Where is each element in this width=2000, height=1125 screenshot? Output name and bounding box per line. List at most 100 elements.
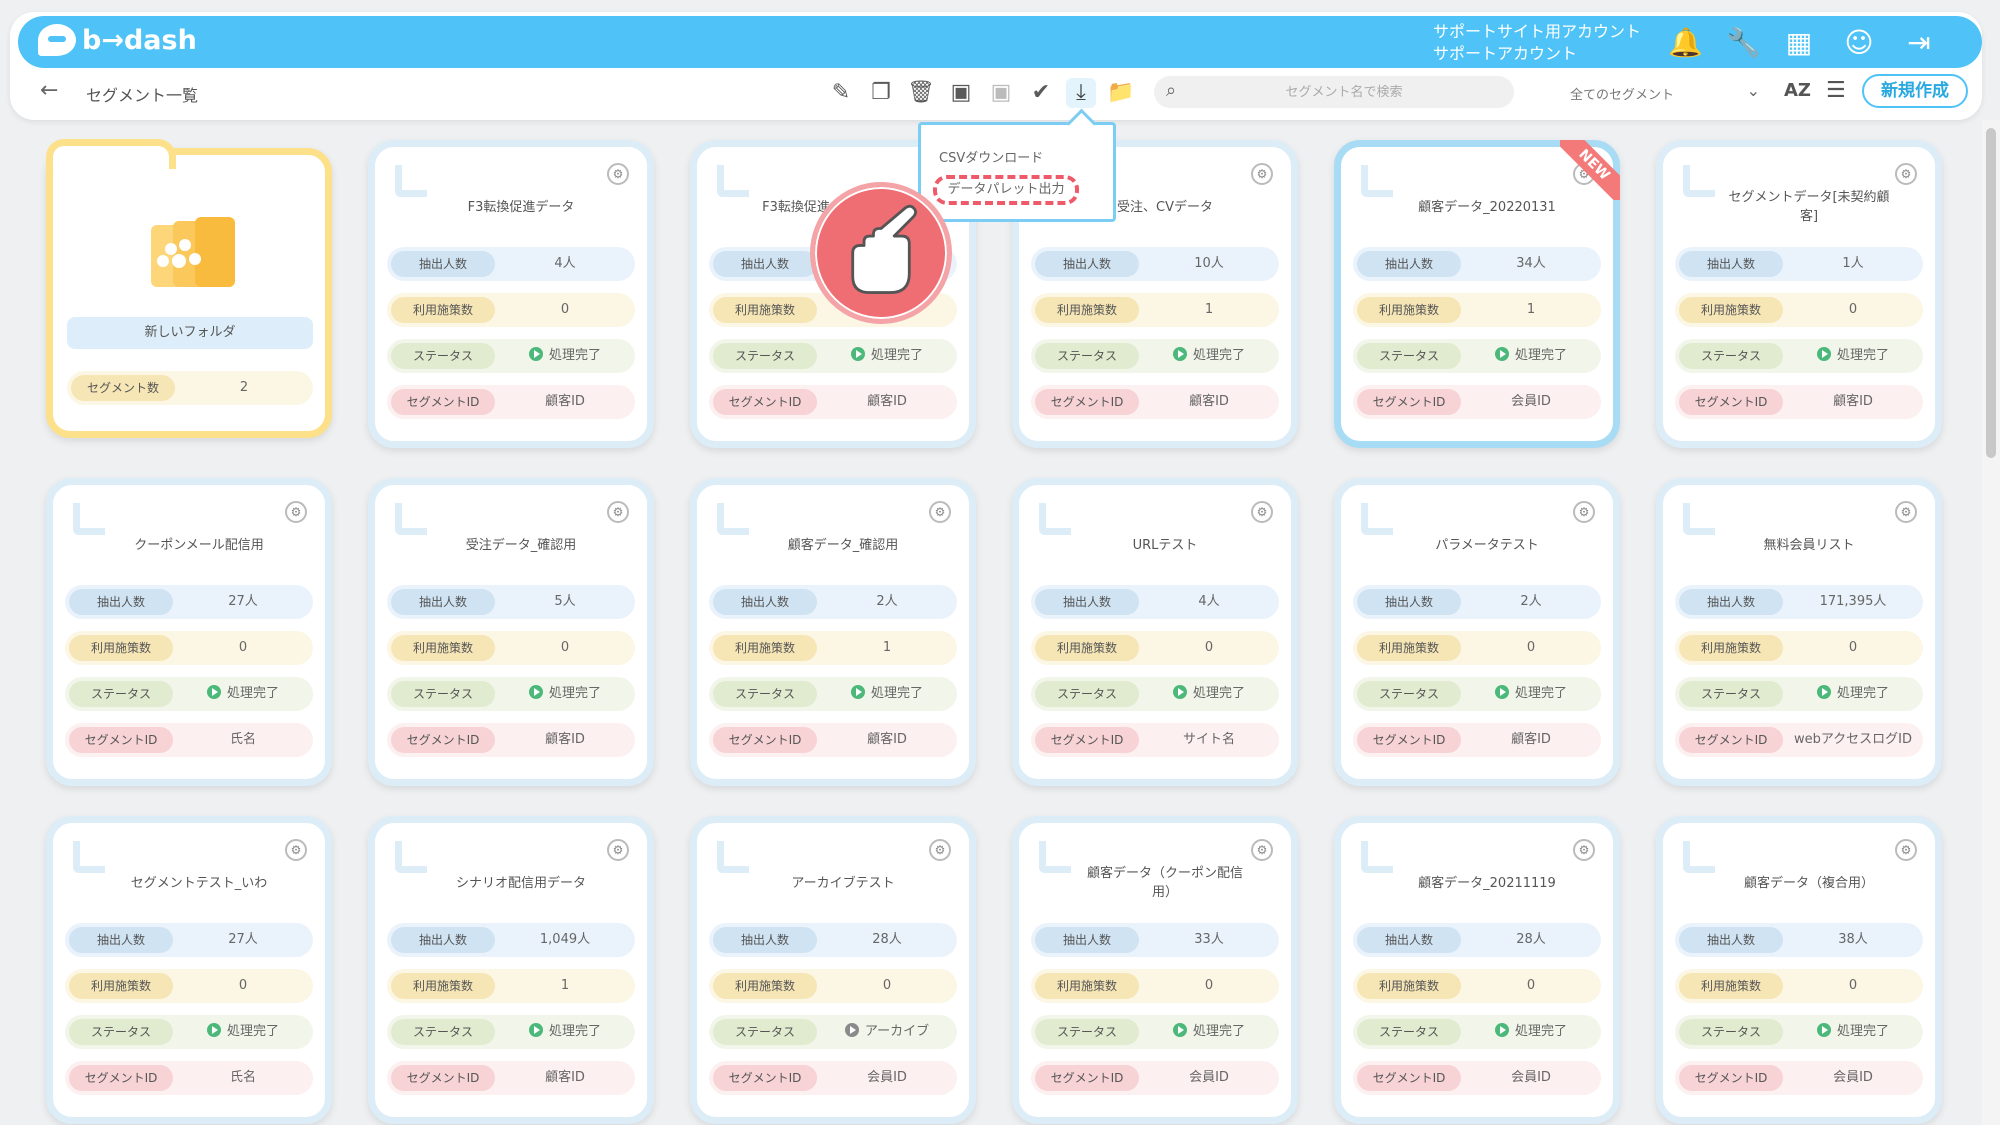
settings-gear-icon[interactable]: ⚙ [607, 839, 629, 861]
segment-card[interactable]: ⚙ 顧客データ（複合用） 抽出人数 38人 利用施策数 0 ステータス 処理完了 セグメントID… [1656, 816, 1942, 1124]
measures-row: 利用施策数 0 [1675, 969, 1923, 1003]
status-value: 処理完了 [1787, 677, 1919, 711]
count-value: 10人 [1194, 256, 1224, 271]
settings-gear-icon[interactable]: ⚙ [285, 839, 307, 861]
measures-row: 利用施策数 1 [1031, 293, 1279, 327]
segment-filter-select[interactable]: 全てのセグメント ⌄ [1530, 76, 1770, 108]
segment-card[interactable]: ⚙ クーポンメール配信用 抽出人数 27人 利用施策数 0 ステータス 処理完了 セグメントID… [46, 478, 332, 786]
count-row: 抽出人数 34人 [1353, 247, 1601, 281]
status-text: 処理完了 [548, 686, 601, 701]
segment-id-label: セグメントID [713, 389, 817, 415]
settings-gear-icon[interactable]: ⚙ [285, 501, 307, 523]
settings-gear-icon[interactable]: ⚙ [1895, 839, 1917, 861]
account-info[interactable]: サポートサイト用アカウント サポートアカウント [1433, 21, 1641, 65]
segment-card[interactable]: ⚙ 顧客データ（クーポン配信用） 抽出人数 33人 利用施策数 0 ステータス 処理完了 セグメ… [1012, 816, 1298, 1124]
measures-row: 利用施策数 0 [1675, 631, 1923, 665]
bell-icon[interactable]: 🔔 [1668, 28, 1703, 58]
character-icon[interactable]: ☺ [1844, 28, 1874, 58]
segment-id-value: 顧客ID [545, 1070, 585, 1085]
status-text: 処理完了 [1514, 348, 1567, 363]
settings-gear-icon[interactable]: ⚙ [929, 839, 951, 861]
archive-icon[interactable]: ▣ [946, 78, 976, 108]
status-row: ステータス 処理完了 [1675, 677, 1923, 711]
segment-card[interactable]: ⚙ NEW 顧客データ_20220131 抽出人数 34人 利用施策数 1 ステータス 処理完了… [1334, 140, 1620, 448]
segment-title: URLテスト [1132, 537, 1198, 553]
status-icon [1172, 347, 1187, 361]
status-text: 処理完了 [1192, 686, 1245, 701]
status-text: 処理完了 [1192, 348, 1245, 363]
segment-id-row: セグメントID 顧客ID [709, 723, 957, 757]
copy-icon[interactable]: ❐ [866, 78, 896, 108]
segment-card[interactable]: ⚙ 顧客データ_確認用 抽出人数 2人 利用施策数 1 ステータス 処理完了 セグメントID 顧客… [690, 478, 976, 786]
segment-title: 無料会員リスト [1763, 537, 1855, 553]
segment-card[interactable]: ⚙ セグメントテスト_いわ 抽出人数 27人 利用施策数 0 ステータス 処理完了 セグメントI… [46, 816, 332, 1124]
measures-label: 利用施策数 [1035, 973, 1139, 999]
new-segment-button[interactable]: 新規作成 [1862, 74, 1968, 108]
segment-card[interactable]: ⚙ F3転換促進データ 抽出人数 4人 利用施策数 0 ステータス 処理完了 セグメントID 顧客… [368, 140, 654, 448]
segment-card[interactable]: ⚙ シナリオ配信用データ 抽出人数 1,049人 利用施策数 1 ステータス 処理完了 セグメン… [368, 816, 654, 1124]
card-corner-decoration [395, 165, 427, 197]
status-row: ステータス 処理完了 [1675, 339, 1923, 373]
segment-title: 受注データ_確認用 [465, 537, 577, 553]
card-corner-decoration [1683, 503, 1715, 535]
segment-id-row: セグメントID 会員ID [1353, 1061, 1601, 1095]
unarchive-icon[interactable]: ▣ [986, 78, 1016, 108]
logout-icon[interactable]: ⇥ [1904, 28, 1934, 58]
measures-label: 利用施策数 [1679, 297, 1783, 323]
move-folder-icon[interactable]: 📁 [1106, 78, 1136, 108]
settings-gear-icon[interactable]: ⚙ [1573, 839, 1595, 861]
trash-icon[interactable]: 🗑 [906, 78, 936, 108]
settings-gear-icon[interactable]: ⚙ [1573, 501, 1595, 523]
click-indicator [810, 182, 952, 324]
segment-id-label: セグメントID [69, 727, 173, 753]
settings-gear-icon[interactable]: ⚙ [1251, 501, 1273, 523]
status-label: ステータス [713, 343, 817, 369]
settings-gear-icon[interactable]: ⚙ [607, 501, 629, 523]
segment-card[interactable]: ⚙ 顧客データ_20211119 抽出人数 28人 利用施策数 0 ステータス 処理完了 セグメ… [1334, 816, 1620, 1124]
segment-id-value: 顧客ID [1511, 732, 1551, 747]
count-row: 抽出人数 27人 [65, 923, 313, 957]
status-label: ステータス [1035, 681, 1139, 707]
segment-card[interactable]: ⚙ アーカイブテスト 抽出人数 28人 利用施策数 0 ステータス アーカイブ セグメントID 会… [690, 816, 976, 1124]
download-icon[interactable]: ⤓ [1066, 78, 1096, 108]
count-row: 抽出人数 28人 [709, 923, 957, 957]
count-row: 抽出人数 1,049人 [387, 923, 635, 957]
list-view-icon[interactable]: ☰ [1826, 78, 1846, 103]
measures-label: 利用施策数 [1679, 973, 1783, 999]
grid-icon[interactable]: ▦ [1784, 28, 1814, 58]
count-row: 抽出人数 28人 [1353, 923, 1601, 957]
folder-card[interactable]: 新しいフォルダ セグメント数 2 [46, 139, 332, 438]
segment-id-value: 顧客ID [1189, 394, 1229, 409]
status-icon [1494, 1023, 1509, 1037]
menu-item-csv-download[interactable]: CSVダウンロード [939, 147, 1043, 166]
segment-card[interactable]: ⚙ パラメータテスト 抽出人数 2人 利用施策数 0 ステータス 処理完了 セグメントID 顧客I… [1334, 478, 1620, 786]
segment-id-label: セグメントID [1679, 389, 1783, 415]
settings-gear-icon[interactable]: ⚙ [1895, 163, 1917, 185]
segment-id-row: セグメントID サイト名 [1031, 723, 1279, 757]
settings-gear-icon[interactable]: ⚙ [1251, 839, 1273, 861]
search-input[interactable] [1194, 80, 1494, 104]
settings-gear-icon[interactable]: ⚙ [1895, 501, 1917, 523]
scrollbar[interactable] [1982, 120, 2000, 1125]
segment-card[interactable]: ⚙ 無料会員リスト 抽出人数 171,395人 利用施策数 0 ステータス 処理完了 セグメント… [1656, 478, 1942, 786]
segment-card[interactable]: ⚙ URLテスト 抽出人数 4人 利用施策数 0 ステータス 処理完了 セグメントID サイト名 [1012, 478, 1298, 786]
count-value: 38人 [1838, 932, 1868, 947]
settings-gear-icon[interactable]: ⚙ [929, 501, 951, 523]
settings-gear-icon[interactable]: ⚙ [1251, 163, 1273, 185]
sort-az-icon[interactable]: AZ [1784, 80, 1811, 101]
segment-title: アーカイブテスト [791, 875, 895, 891]
scrollbar-thumb[interactable] [1986, 128, 1996, 458]
status-value: 処理完了 [1143, 339, 1275, 373]
wrench-icon[interactable]: 🔧 [1726, 28, 1761, 58]
measures-value: 0 [1848, 978, 1858, 993]
brand-logo[interactable]: b→dash [38, 24, 197, 56]
back-arrow-icon[interactable]: ← [40, 78, 58, 103]
settings-gear-icon[interactable]: ⚙ [607, 163, 629, 185]
status-row: ステータス 処理完了 [1353, 339, 1601, 373]
menu-item-datapalette-export[interactable]: データパレット出力 [933, 175, 1079, 205]
segment-card[interactable]: ⚙ 受注データ_確認用 抽出人数 5人 利用施策数 0 ステータス 処理完了 セグメントID 顧客… [368, 478, 654, 786]
segment-card[interactable]: ⚙ セグメントデータ[未契約顧客] 抽出人数 1人 利用施策数 0 ステータス 処理完了 セグメ… [1656, 140, 1942, 448]
edit-icon[interactable]: ✎ [826, 78, 856, 108]
status-text: 処理完了 [870, 686, 923, 701]
user-check-icon[interactable]: ✔ [1026, 78, 1056, 108]
